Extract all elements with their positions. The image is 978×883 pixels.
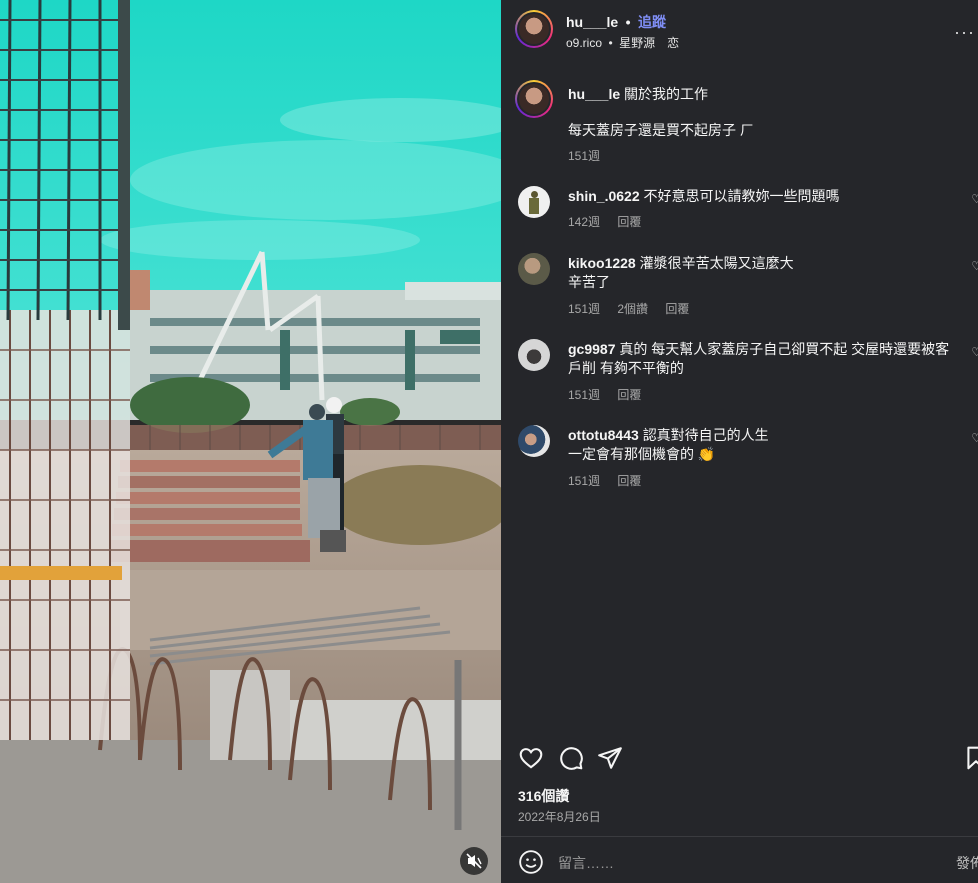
comment-item: kikoo1228 灌漿很辛苦太陽又這麼大 辛苦了 151週 2個讚 回覆 ♡	[518, 253, 978, 323]
comment-text-line2: 辛苦了	[568, 274, 610, 290]
reply-button[interactable]: 回覆	[617, 474, 641, 488]
commenter-avatar[interactable]	[518, 425, 550, 457]
comment-like-icon[interactable]: ♡	[971, 345, 978, 359]
post-location[interactable]: o9.rico	[566, 36, 602, 50]
post-comment-button[interactable]: 發佈	[956, 853, 978, 873]
post-date: 2022年8月26日	[518, 810, 601, 824]
music-separator: •	[608, 36, 613, 50]
heart-icon[interactable]	[518, 745, 544, 771]
muted-speaker-icon	[466, 853, 482, 869]
comment-item: gc9987 真的 每天幫人家蓋房子自己卻買不起 交屋時還要被客 戶削 有夠不平…	[518, 339, 978, 409]
add-comment-bar: 留言…… 發佈	[501, 837, 978, 883]
bookmark-icon[interactable]	[963, 745, 978, 771]
comment-username[interactable]: gc9987	[568, 341, 615, 357]
comment-time: 151週	[568, 388, 601, 402]
follow-button[interactable]: 追蹤	[638, 14, 666, 30]
comment-like-icon[interactable]: ♡	[971, 431, 978, 445]
commenter-avatar[interactable]	[518, 339, 550, 371]
author-username[interactable]: hu___le	[566, 14, 618, 30]
comment-username[interactable]: shin_.0622	[568, 188, 640, 204]
caption-text-line1: 關於我的工作	[624, 86, 709, 102]
commenter-avatar[interactable]	[518, 253, 550, 285]
emoji-icon[interactable]	[518, 849, 544, 875]
comment-like-icon[interactable]: ♡	[971, 192, 978, 206]
comment-text: 灌漿很辛苦太陽又這麼大	[639, 255, 794, 271]
comment-input[interactable]: 留言……	[558, 853, 614, 873]
comment-item: ottotu8443 認真對待自己的人生 一定會有那個機會的 👏 151週 回覆…	[518, 425, 978, 495]
send-icon[interactable]	[597, 745, 623, 771]
comment-text: 真的 每天幫人家蓋房子自己卻買不起 交屋時還要被客	[619, 341, 950, 357]
post-details-panel: hu___le • 追蹤 o9.rico • 星野源 恋 ··· hu___le…	[501, 0, 978, 883]
comment-text: 不好意思可以請教妳一些問題嗎	[643, 188, 840, 204]
post-music[interactable]: 星野源 恋	[619, 36, 679, 50]
caption-text-line2: 每天蓋房子還是買不起房子 ㄏ	[568, 122, 754, 138]
comment-likes[interactable]: 2個讚	[617, 302, 648, 316]
caption-avatar[interactable]	[515, 80, 553, 118]
commenter-avatar[interactable]	[518, 186, 550, 218]
likes-count[interactable]: 316個讚	[518, 786, 569, 806]
post-header: hu___le • 追蹤 o9.rico • 星野源 恋 ···	[515, 10, 975, 52]
header-separator: •	[625, 14, 631, 30]
comment-time: 151週	[568, 474, 601, 488]
caption-time: 151週	[568, 149, 601, 163]
reply-button[interactable]: 回覆	[665, 302, 689, 316]
more-horizontal-icon: ···	[954, 22, 975, 42]
mute-button[interactable]	[460, 847, 488, 875]
author-avatar[interactable]	[515, 10, 553, 48]
comment-username[interactable]: kikoo1228	[568, 255, 636, 271]
caption-username[interactable]: hu___le	[568, 86, 620, 102]
comment-time: 151週	[568, 302, 601, 316]
more-options-button[interactable]: ···	[954, 22, 975, 43]
comment-text: 認真對待自己的人生	[642, 427, 769, 443]
comment-time: 142週	[568, 215, 601, 229]
comment-icon[interactable]	[558, 745, 584, 771]
comment-like-icon[interactable]: ♡	[971, 259, 978, 273]
comment-text-line2: 一定會有那個機會的 👏	[568, 446, 716, 462]
post-caption: hu___le 關於我的工作 每天蓋房子還是買不起房子 ㄏ 151週	[515, 80, 965, 170]
comment-item: shin_.0622 不好意思可以請教妳一些問題嗎 142週 回覆 ♡	[518, 186, 978, 236]
reply-button[interactable]: 回覆	[617, 215, 641, 229]
construction-site-image	[0, 0, 501, 883]
comment-username[interactable]: ottotu8443	[568, 427, 639, 443]
reply-button[interactable]: 回覆	[617, 388, 641, 402]
post-media[interactable]	[0, 0, 501, 883]
comment-text-line2: 戶削 有夠不平衡的	[568, 360, 684, 376]
